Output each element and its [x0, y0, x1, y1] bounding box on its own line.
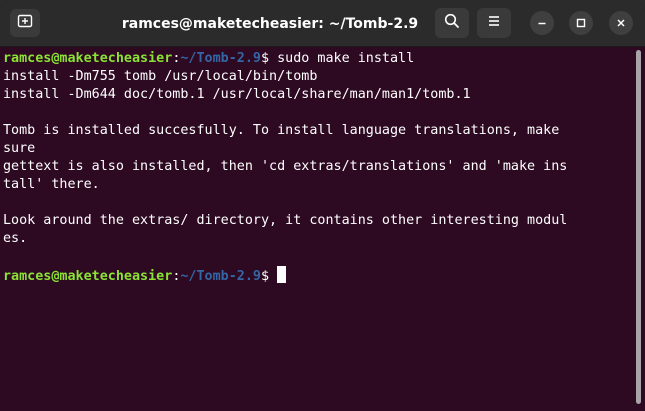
- prompt-symbol: $: [261, 269, 270, 284]
- terminal-output[interactable]: ramces@maketecheasier:~/Tomb-2.9$ sudo m…: [0, 47, 634, 411]
- window-title: ramces@maketecheasier: ~/Tomb-2.9: [121, 15, 419, 32]
- maximize-button[interactable]: [569, 11, 593, 35]
- prompt-path: ~/Tomb-2.9: [180, 51, 261, 66]
- output-line: sure: [3, 141, 36, 156]
- active-prompt-line[interactable]: ramces@maketecheasier:~/Tomb-2.9$: [3, 266, 634, 284]
- close-button[interactable]: [609, 11, 633, 35]
- output-line: install -Dm755 tomb /usr/local/bin/tomb: [3, 69, 318, 84]
- text-cursor: [277, 266, 287, 283]
- output-line: es.: [3, 231, 28, 246]
- maximize-icon: [575, 14, 587, 33]
- minimize-button[interactable]: [530, 11, 554, 35]
- output-line: Tomb is installed succesfully. To instal…: [3, 123, 560, 138]
- terminal-window: ramces@maketecheasier: ~/Tomb-2.9 ramces…: [0, 0, 645, 411]
- output-line: gettext is also installed, then 'cd extr…: [3, 159, 568, 174]
- minimize-icon: [536, 14, 548, 33]
- prompt-user-host: ramces@maketecheasier: [3, 51, 173, 66]
- search-icon: [444, 13, 460, 33]
- new-tab-icon: [17, 13, 33, 33]
- command-text: sudo make install: [269, 51, 415, 66]
- prompt-symbol: $: [261, 51, 270, 66]
- new-tab-button[interactable]: [10, 9, 40, 37]
- menu-button[interactable]: [477, 8, 511, 38]
- command-line: ramces@maketecheasier:~/Tomb-2.9$ sudo m…: [3, 50, 634, 68]
- prompt-path: ~/Tomb-2.9: [180, 269, 261, 284]
- output-line: tall' there.: [3, 177, 100, 192]
- close-icon: [615, 14, 627, 33]
- output-line: install -Dm644 doc/tomb.1 /usr/local/sha…: [3, 87, 471, 102]
- output-line: Look around the extras/ directory, it co…: [3, 213, 568, 228]
- hamburger-menu-icon: [486, 13, 502, 33]
- prompt-user-host: ramces@maketecheasier: [3, 269, 173, 284]
- search-button[interactable]: [435, 8, 469, 38]
- title-bar[interactable]: ramces@maketecheasier: ~/Tomb-2.9: [0, 0, 645, 47]
- scrollbar[interactable]: [636, 50, 641, 404]
